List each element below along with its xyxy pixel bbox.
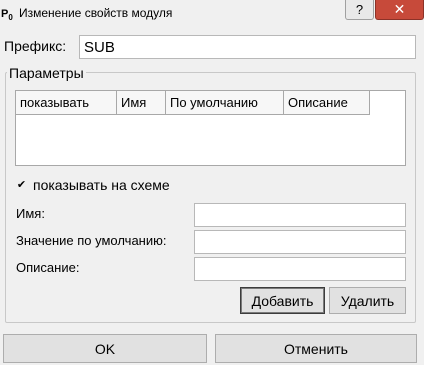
ok-button[interactable]: OK bbox=[3, 334, 207, 363]
app-icon: P0 bbox=[1, 6, 17, 22]
column-header-description[interactable]: Описание bbox=[284, 91, 370, 115]
help-icon: ? bbox=[355, 2, 364, 17]
cancel-button[interactable]: Отменить bbox=[215, 334, 417, 363]
column-header-default[interactable]: По умолчанию bbox=[166, 91, 284, 115]
prefix-input[interactable] bbox=[79, 35, 416, 59]
add-button[interactable]: Добавить bbox=[240, 287, 325, 314]
column-header-name[interactable]: Имя bbox=[117, 91, 166, 115]
description-input[interactable] bbox=[194, 257, 406, 281]
name-input[interactable] bbox=[194, 203, 406, 227]
params-table[interactable]: показывать Имя По умолчанию Описание bbox=[15, 90, 406, 166]
app-icon-sub: 0 bbox=[8, 13, 13, 23]
window-title: Изменение свойств модуля bbox=[19, 6, 173, 20]
column-header-show[interactable]: показывать bbox=[16, 91, 117, 115]
show-on-scheme-label: показывать на схеме bbox=[33, 177, 170, 193]
prefix-label: Префикс: bbox=[4, 38, 67, 54]
params-group-title: Параметры bbox=[7, 65, 86, 81]
name-label: Имя: bbox=[16, 206, 45, 221]
remove-button[interactable]: Удалить bbox=[329, 287, 406, 314]
show-on-scheme-checkbox[interactable]: ✔ bbox=[16, 179, 27, 191]
help-button[interactable]: ? bbox=[345, 0, 374, 20]
title-bar: P0 Изменение свойств модуля ? ✕ bbox=[0, 0, 424, 30]
close-button[interactable]: ✕ bbox=[375, 0, 424, 20]
default-label: Значение по умолчанию: bbox=[16, 233, 167, 248]
params-table-header: показывать Имя По умолчанию Описание bbox=[16, 91, 370, 115]
close-icon: ✕ bbox=[393, 1, 406, 17]
show-on-scheme-row[interactable]: ✔ показывать на схеме bbox=[16, 177, 170, 193]
description-label: Описание: bbox=[16, 260, 80, 275]
default-input[interactable] bbox=[194, 230, 406, 254]
